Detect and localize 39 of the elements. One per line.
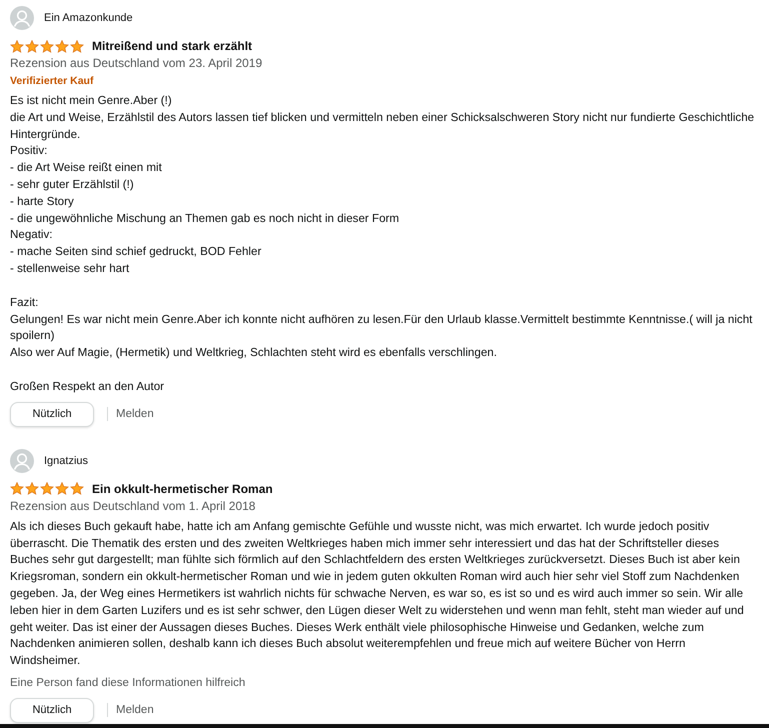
review-meta: Rezension aus Deutschland vom 1. April 2018 (10, 498, 256, 515)
reviewer-name: Ein Amazonkunde (44, 10, 133, 26)
star-icon (25, 482, 39, 496)
review-title[interactable]: Mitreißend und stark erzählt (92, 38, 252, 54)
review-text: Es ist nicht mein Genre.Aber (!) (10, 93, 173, 109)
star-icon (25, 40, 39, 52)
star-icon (55, 40, 69, 52)
avatar-icon (10, 6, 34, 30)
star-icon (40, 482, 54, 496)
review-text: Negativ: (10, 227, 54, 244)
review-meta: Rezension aus Deutschland vom 23. April 2019 (10, 55, 262, 72)
star-icon (10, 482, 24, 496)
helpful-button[interactable]: Nützlich (10, 698, 94, 723)
avatar-icon (10, 448, 34, 473)
review-text: Positiv: (10, 143, 48, 160)
report-link[interactable]: Melden (116, 406, 154, 423)
helpful-count: Eine Person fand diese Informationen hilfreich (10, 676, 246, 691)
helpful-button[interactable]: Nützlich (10, 402, 94, 427)
review-text: - harte Story (10, 194, 75, 210)
review-title[interactable]: Ein okkult-hermetischer Roman (92, 480, 273, 497)
review-text: Also wer Auf Magie, (Hermetik) und Weltkrieg, Schlachten steht wird es ebenfalls verschlingen. (10, 345, 498, 362)
review-text: - die Art Weise reißt einen mit (10, 160, 163, 176)
review-text: Großen Respekt an den Autor (10, 378, 166, 395)
review-text: die Art und Weise, Erzählstil des Autors lassen tief blicken und vermitteln neben einer Schicksalschweren Story nicht nur fundierte Geschichtliche Hintergründe. (10, 110, 756, 143)
review-text: Als ich dieses Buch gekauft habe, hatte ich am Anfang gemischte Gefühle und wusste nicht, was mich erwartet. Ich wurde jedoch positiv überrascht. Die Thematik des ersten und des zweiten Weltkrieges haben mich immer sehr interessiert und das hat der Schriftsteller dieses Buches sehr gut dargestellt; man fühlte sich förmlich auf den Schlachtfeldern des ersten Weltkrieges zurückversetzt. Dieses Buch ist aber kein Kriegsroman, sondern ein okkult-hermetischer Roman und wie in jedem guten okkulten Roman wird auch hier sehr viel Stoff zum Nachdenken gegeben. Ja, der Weg eines Hermetikers ist wahrlich nichts für schwache Nerven, es war so, es ist so und es wird auch immer so sein. Wir alle leben hier in dem Garten Luzifers und es ist sehr schwer, den Lügen dieser Welt zu widerstehen und wenn man fehlt, steht man wieder auf und geht weiter. Das ist einer der Aussagen dieses Buches. Dieses Werk enthält viele philosophische Hinweise und Gedanken, welche zum Nachdenken animieren sollen, deshalb kann ich dieses Buch absolut weiterempfehlen und freue mich auf weitere Bücher von Herrn Windsheimer. (10, 518, 745, 670)
verified-purchase-label: Verifizierter Kauf (10, 74, 94, 89)
reviewer-name: Ignatzius (44, 454, 88, 468)
star-icon (55, 482, 69, 496)
review-text: - die ungewöhnliche Mischung an Themen gab es noch nicht in dieser Form (10, 210, 400, 227)
review-text: - mache Seiten sind schief gedruckt, BOD Fehler (10, 244, 262, 260)
star-icon (40, 40, 54, 52)
review-text: - stellenweise sehr hart (10, 260, 130, 277)
star-icon (10, 40, 24, 52)
review-text: Gelungen! Es war nicht mein Genre.Aber ich konnte nicht aufhören zu lesen.Für den Urlaub klasse.Vermittelt bestimmte Kenntnisse.( will ja nicht spoilern) (10, 312, 754, 344)
review-text: Fazit: (10, 294, 40, 311)
star-icon (70, 482, 84, 496)
review-text: - sehr guter Erzählstil (!) (10, 176, 135, 193)
star-icon (70, 40, 84, 52)
report-link[interactable]: Melden (116, 702, 154, 720)
